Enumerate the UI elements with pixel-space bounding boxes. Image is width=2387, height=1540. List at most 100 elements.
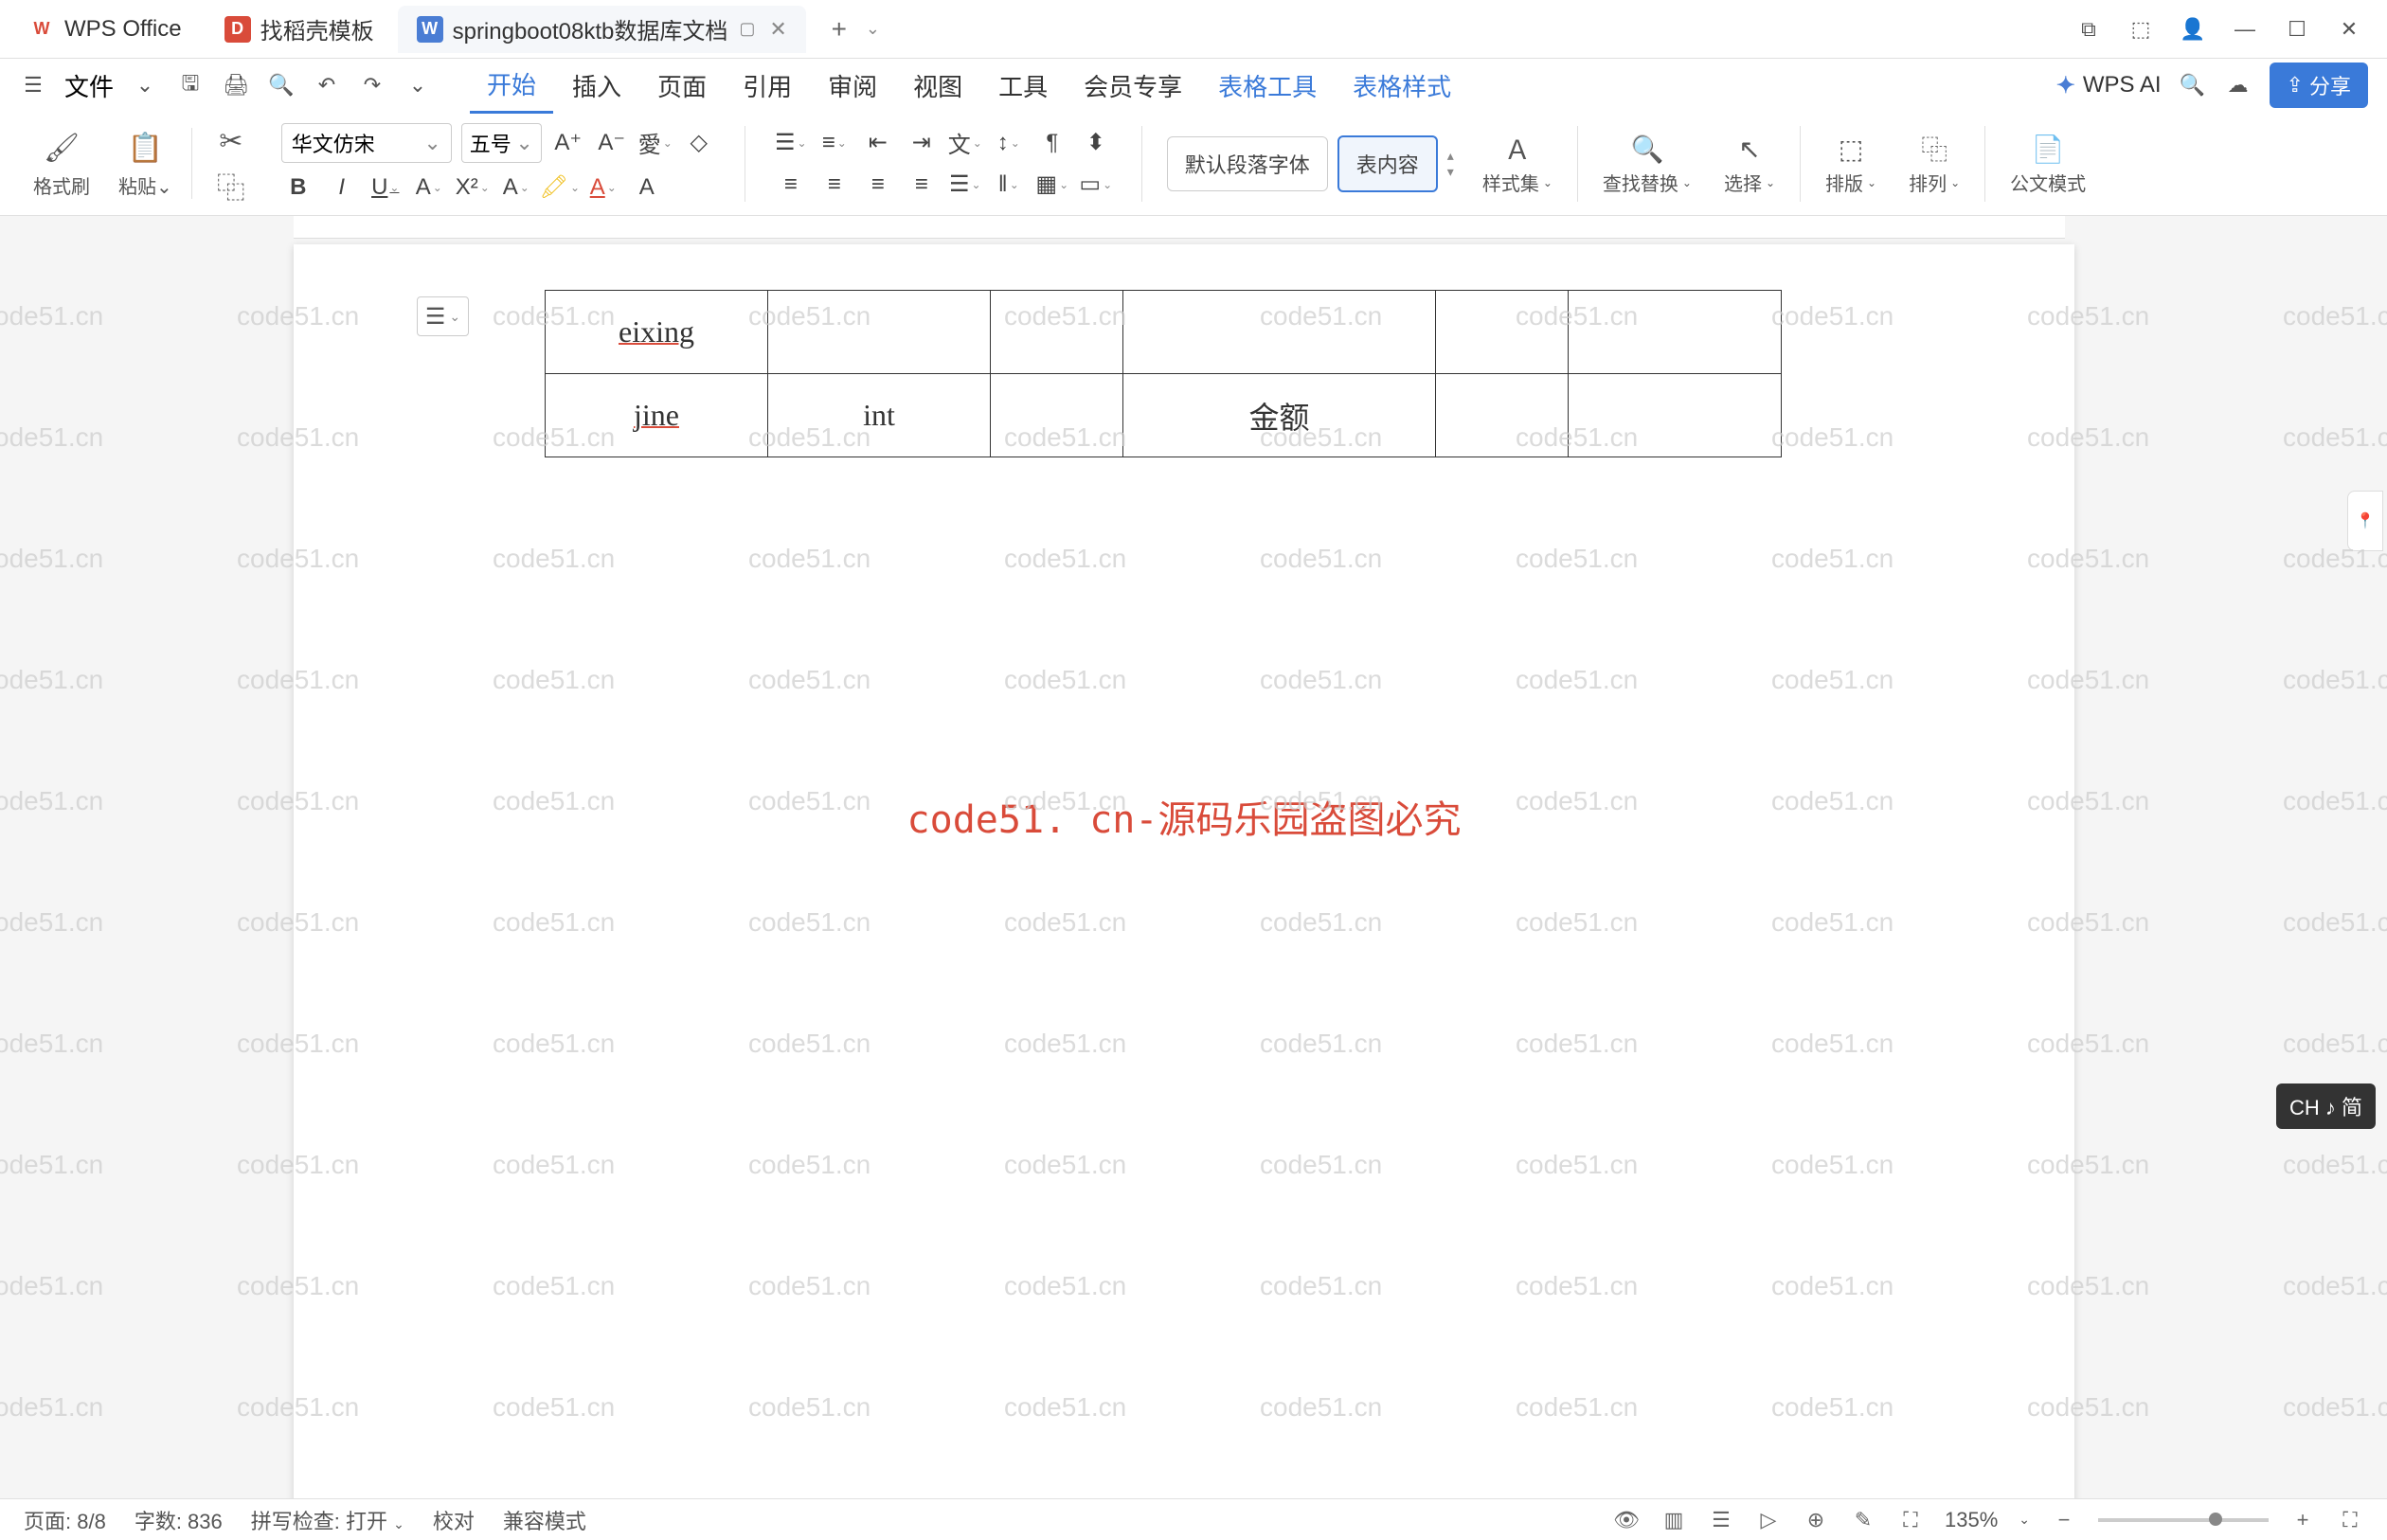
- window-copy-icon[interactable]: ⧉: [2074, 15, 2103, 44]
- ime-badge[interactable]: CH ♪ 简: [2276, 1083, 2376, 1129]
- tab-wps-office[interactable]: W WPS Office: [9, 6, 201, 53]
- font-size-select[interactable]: 五号⌄: [461, 123, 542, 163]
- fit-width-icon[interactable]: ⛶: [1897, 1507, 1924, 1533]
- zoom-out-icon[interactable]: −: [2051, 1507, 2077, 1533]
- compat-mode[interactable]: 兼容模式: [503, 1505, 586, 1535]
- undo-icon[interactable]: ↶: [313, 71, 341, 99]
- tab-tools[interactable]: 工具: [981, 59, 1065, 113]
- strikethrough-button[interactable]: A⌄: [412, 170, 446, 205]
- table-row[interactable]: eixing: [546, 291, 1782, 374]
- underline-button[interactable]: U⌄: [368, 170, 403, 205]
- tab-close-icon[interactable]: ✕: [769, 17, 786, 42]
- file-menu[interactable]: 文件: [64, 68, 114, 103]
- reading-view-icon[interactable]: ▷: [1755, 1507, 1782, 1533]
- layout-group[interactable]: ⬚ 排版⌄: [1814, 131, 1888, 196]
- increase-font-icon[interactable]: A⁺: [551, 126, 585, 160]
- copy-icon[interactable]: ⿻: [211, 166, 251, 206]
- number-list-icon[interactable]: ≡⌄: [817, 126, 852, 160]
- tab-table-tools[interactable]: 表格工具: [1201, 59, 1334, 113]
- decrease-indent-icon[interactable]: ⇤: [861, 126, 895, 160]
- cut-icon[interactable]: ✂: [211, 122, 251, 162]
- search-icon[interactable]: 🔍: [2179, 71, 2207, 99]
- document-page[interactable]: ☰⌄ eixing jine int 金额 code51. cn-源码乐园盗图必…: [294, 244, 2074, 1498]
- paste-icon[interactable]: 📋: [125, 128, 165, 168]
- outline-view-icon[interactable]: ☰: [1708, 1507, 1734, 1533]
- tab-page[interactable]: 页面: [640, 59, 724, 113]
- table-cell[interactable]: 金额: [1123, 374, 1436, 457]
- font-color-button[interactable]: A⌄: [586, 170, 620, 205]
- arrange-group[interactable]: ⿻ 排列⌄: [1897, 131, 1971, 196]
- table-cell[interactable]: int: [768, 374, 991, 457]
- preview-icon[interactable]: 🔍: [267, 71, 296, 99]
- gongwen-group[interactable]: 📄 公文模式: [1999, 131, 2097, 196]
- zoom-dropdown-icon[interactable]: ⌄: [2019, 1512, 2030, 1528]
- wps-ai-button[interactable]: ✦ WPS AI: [2056, 72, 2162, 99]
- table-row[interactable]: jine int 金额: [546, 374, 1782, 457]
- tab-mini-icon[interactable]: ▢: [739, 19, 755, 39]
- table-cell[interactable]: [991, 291, 1123, 374]
- select-group[interactable]: ↖ 选择⌄: [1713, 131, 1786, 196]
- superscript-button[interactable]: X²⌄: [456, 170, 490, 205]
- ruler[interactable]: [294, 216, 2065, 239]
- tab-review[interactable]: 审阅: [811, 59, 894, 113]
- line-spacing-icon[interactable]: ‖⌄: [992, 168, 1026, 202]
- tab-document[interactable]: W springboot08ktb数据库文档 ▢ ✕: [398, 6, 806, 53]
- bullet-list-icon[interactable]: ☰⌄: [774, 126, 808, 160]
- table-cell[interactable]: [1436, 291, 1569, 374]
- table-cell[interactable]: [768, 291, 991, 374]
- dropdown-icon[interactable]: ⌄: [131, 71, 159, 99]
- char-shading-button[interactable]: A: [630, 170, 664, 205]
- table-cell[interactable]: [1123, 291, 1436, 374]
- text-effects-button[interactable]: A⌄: [499, 170, 533, 205]
- more-dropdown-icon[interactable]: ⌄: [404, 71, 432, 99]
- tab-table-style[interactable]: 表格样式: [1336, 59, 1468, 113]
- window-close-icon[interactable]: ✕: [2335, 15, 2363, 44]
- table-cell[interactable]: eixing: [546, 291, 768, 374]
- window-cube-icon[interactable]: ⬚: [2127, 15, 2155, 44]
- tab-reference[interactable]: 引用: [726, 59, 809, 113]
- avatar-icon[interactable]: 👤: [2179, 15, 2207, 44]
- clear-format-icon[interactable]: ◇: [682, 126, 716, 160]
- fullscreen-icon[interactable]: ⛶: [2337, 1507, 2363, 1533]
- phonetic-icon[interactable]: 愛⌄: [638, 126, 673, 160]
- font-name-select[interactable]: 华文仿宋⌄: [281, 123, 452, 163]
- align-right-icon[interactable]: ≡: [861, 168, 895, 202]
- bold-button[interactable]: B: [281, 170, 315, 205]
- style-content[interactable]: 表内容: [1337, 135, 1438, 192]
- table-handle-button[interactable]: ☰⌄: [417, 296, 469, 336]
- menu-icon[interactable]: ☰: [19, 71, 47, 99]
- borders-icon[interactable]: ▭⌄: [1079, 168, 1113, 202]
- table-cell[interactable]: [991, 374, 1123, 457]
- find-replace-group[interactable]: 🔍 查找替换⌄: [1591, 131, 1703, 196]
- italic-button[interactable]: I: [325, 170, 359, 205]
- cloud-upload-icon[interactable]: ☁: [2224, 71, 2252, 99]
- table-cell[interactable]: [1569, 374, 1782, 457]
- shading-icon[interactable]: ▦⌄: [1035, 168, 1069, 202]
- word-count[interactable]: 字数: 836: [135, 1505, 223, 1535]
- increase-indent-icon[interactable]: ⇥: [905, 126, 939, 160]
- style-nav[interactable]: ▴▾: [1447, 148, 1454, 180]
- window-maximize-icon[interactable]: ☐: [2283, 15, 2311, 44]
- page-indicator[interactable]: 页面: 8/8: [24, 1505, 106, 1535]
- tab-template[interactable]: D 找稻壳模板: [206, 6, 393, 53]
- window-minimize-icon[interactable]: —: [2231, 15, 2259, 44]
- table-cell[interactable]: [1569, 291, 1782, 374]
- format-painter-icon[interactable]: 🖌: [42, 128, 81, 168]
- align-left-icon[interactable]: ≡: [774, 168, 808, 202]
- page-view-icon[interactable]: ▥: [1660, 1507, 1687, 1533]
- side-collapse-button[interactable]: 📍: [2347, 491, 2383, 551]
- newtab-dropdown-icon[interactable]: ⌄: [866, 19, 880, 39]
- tab-start[interactable]: 开始: [470, 57, 553, 114]
- table-cell[interactable]: jine: [546, 374, 768, 457]
- tab-view[interactable]: 视图: [896, 59, 979, 113]
- new-tab-button[interactable]: +: [820, 10, 858, 48]
- zoom-level[interactable]: 135%: [1945, 1508, 1998, 1532]
- style-default[interactable]: 默认段落字体: [1167, 136, 1328, 191]
- align-center-icon[interactable]: ≡: [817, 168, 852, 202]
- distribute-icon[interactable]: ☰⌄: [948, 168, 982, 202]
- annotate-icon[interactable]: ✎: [1850, 1507, 1876, 1533]
- save-icon[interactable]: 🖫: [176, 71, 205, 99]
- print-icon[interactable]: 🖨: [222, 71, 250, 99]
- tab-member[interactable]: 会员专享: [1067, 59, 1199, 113]
- highlight-button[interactable]: 🖍⌄: [543, 170, 577, 205]
